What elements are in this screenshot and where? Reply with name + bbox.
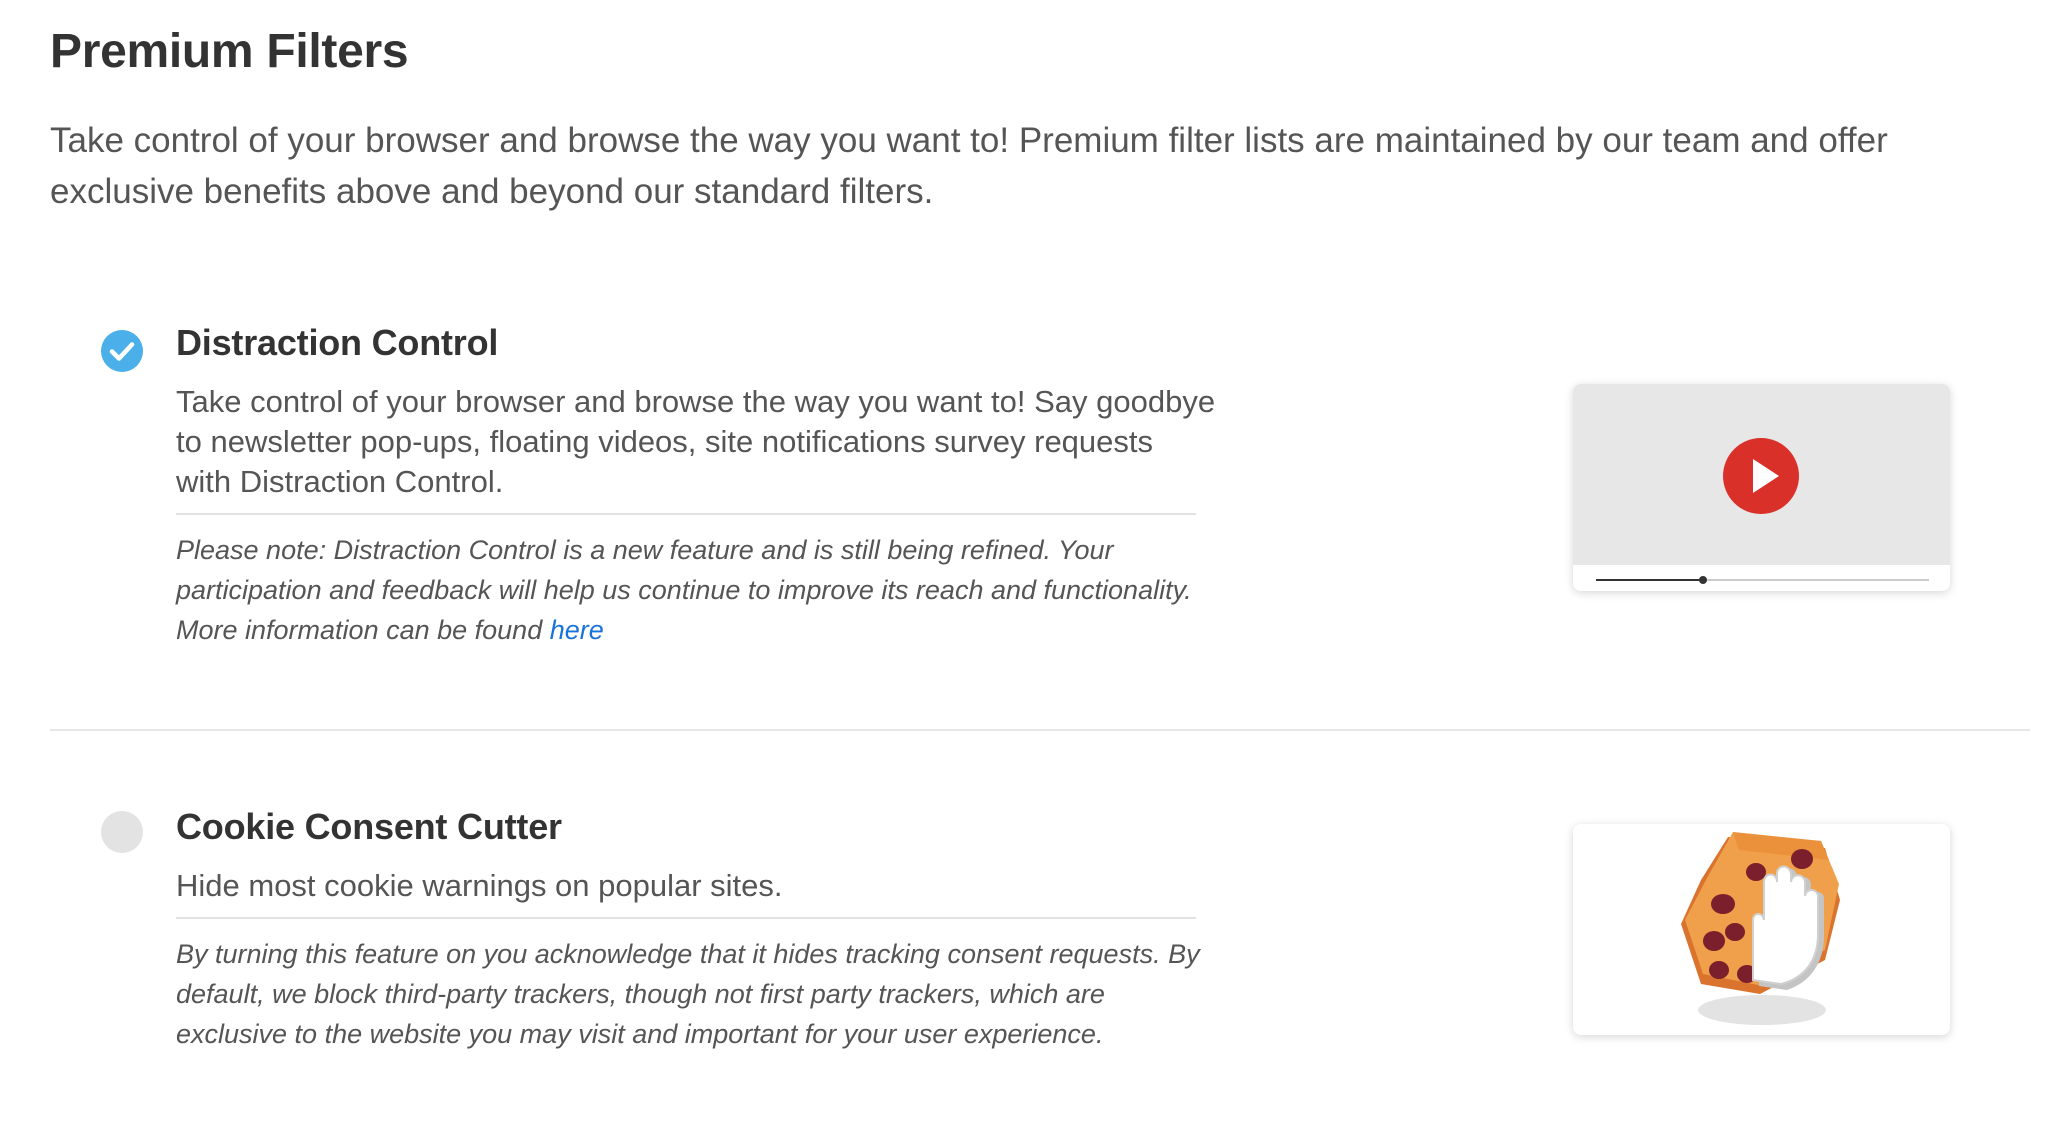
feature-description: Hide most cookie warnings on popular sit… <box>176 868 783 903</box>
play-triangle <box>1753 459 1779 493</box>
video-progress-knob[interactable] <box>1698 576 1707 584</box>
feature-note: Please note: Distraction Control is a ne… <box>176 530 1216 650</box>
feature-title: Cookie Consent Cutter <box>176 806 562 847</box>
video-player-illustration <box>1573 384 1950 591</box>
video-progress-fill <box>1596 579 1703 581</box>
play-icon[interactable] <box>1723 438 1799 514</box>
cookie-consent-cutter-toggle[interactable] <box>101 811 143 853</box>
page-description: Take control of your browser and browse … <box>50 121 1888 211</box>
distraction-control-toggle[interactable] <box>101 330 143 372</box>
cookie-stop-hand-illustration <box>1573 824 1950 1035</box>
section-divider <box>50 729 2030 731</box>
checkmark-icon <box>109 342 135 361</box>
feature-description: Take control of your browser and browse … <box>176 384 1216 499</box>
feature-divider <box>176 513 1196 515</box>
more-info-link[interactable]: here <box>550 615 604 645</box>
feature-note-text: Please note: Distraction Control is a ne… <box>176 535 1192 645</box>
video-progress-bar[interactable] <box>1596 576 1929 584</box>
feature-divider <box>176 917 1196 919</box>
feature-title: Distraction Control <box>176 322 499 363</box>
feature-note: By turning this feature on you acknowled… <box>176 939 1200 1049</box>
cookie-icon <box>1681 832 1840 1025</box>
page-title: Premium Filters <box>50 25 409 78</box>
video-screen <box>1573 384 1950 565</box>
